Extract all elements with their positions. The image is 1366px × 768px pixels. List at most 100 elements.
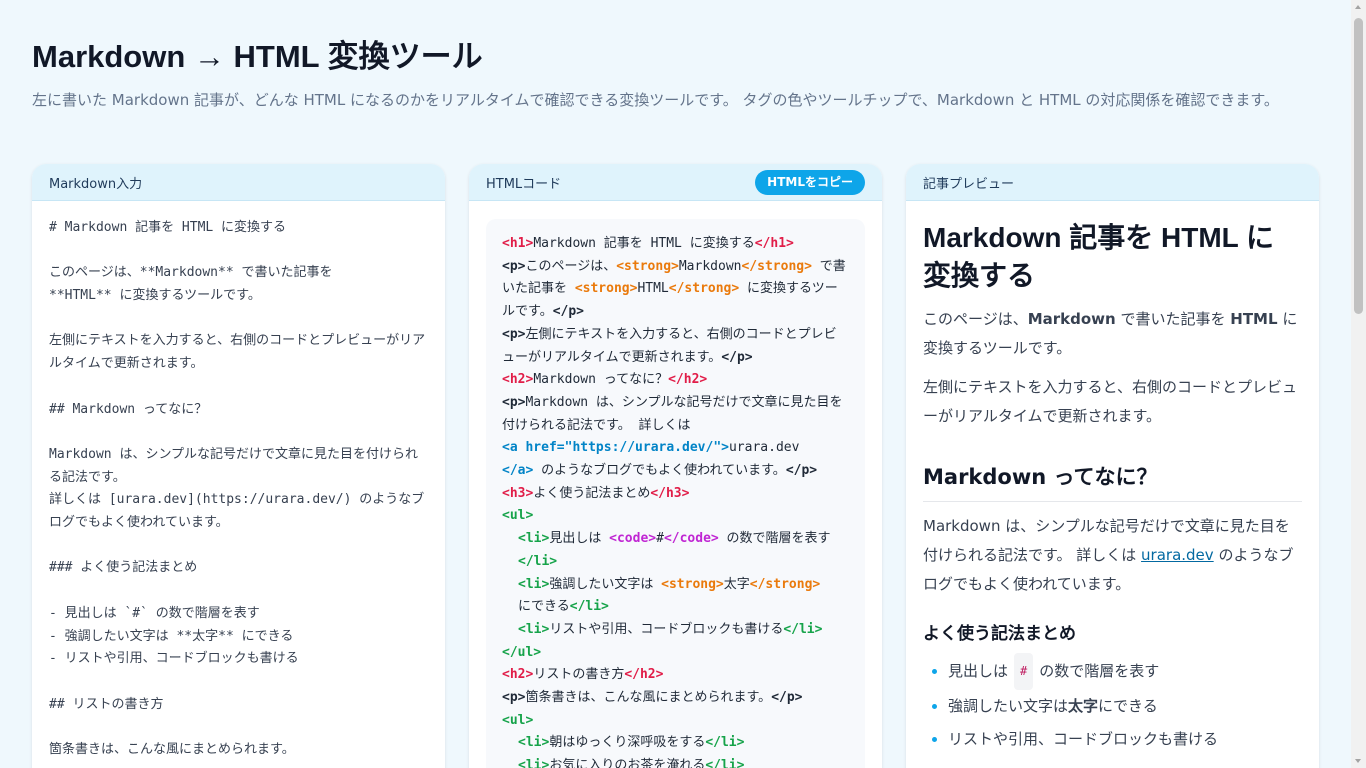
preview-strong: Markdown xyxy=(1027,310,1116,328)
tag-code-open[interactable]: <code> xyxy=(609,531,656,546)
markdown-line xyxy=(49,535,428,558)
markdown-line: Markdown は、シンプルな記号だけで文章に見た目を付けられる記法です。 xyxy=(49,446,419,485)
markdown-line: - 見出しは `#` の数で階層を表す xyxy=(49,605,260,621)
tag-li-open[interactable]: <li> xyxy=(518,758,549,768)
tag-li-open[interactable]: <li> xyxy=(518,531,549,546)
preview-link-urara[interactable]: urara.dev xyxy=(1141,546,1214,564)
tag-li-close[interactable]: </li> xyxy=(518,554,557,569)
tag-p-close[interactable]: </p> xyxy=(553,304,584,319)
markdown-line xyxy=(49,671,428,694)
tag-h2-close[interactable]: </h2> xyxy=(668,372,707,387)
code-text: Markdown は、シンプルな記号だけで文章に見た目を付けられる記法です。 詳… xyxy=(502,394,843,433)
tag-code-close[interactable]: </code> xyxy=(664,531,719,546)
page-header: Markdown → HTML 変換ツール 左に書いた Markdown 記事が… xyxy=(32,38,1322,112)
markdown-line xyxy=(49,376,428,399)
code-text: 箇条書きは、こんな風にまとめられます。 xyxy=(525,690,772,706)
tag-strong-open[interactable]: <strong> xyxy=(575,281,638,296)
list-item: 強調したい文字は 太字 にできる xyxy=(923,690,1302,723)
markdown-line: 箇条書きは、こんな風にまとめられます。 xyxy=(49,742,295,758)
code-text: のようなブログでもよく使われています。 xyxy=(533,463,786,479)
tag-ul-open[interactable]: <ul> xyxy=(502,713,533,728)
code-text: Markdown xyxy=(678,258,742,274)
markdown-line xyxy=(49,580,428,603)
markdown-line: 詳しくは [urara.dev](https://urara.dev/) のよう… xyxy=(49,492,425,531)
preview-h1: Markdown 記事を HTML に変換する xyxy=(923,222,1275,291)
tag-p-close[interactable]: </p> xyxy=(721,350,752,365)
tag-li-open[interactable]: <li> xyxy=(518,735,549,750)
copy-html-button[interactable]: HTMLをコピー xyxy=(755,169,865,195)
code-line-h2b: <h2>リストの書き方</h2> xyxy=(502,664,849,687)
code-text: HTML xyxy=(637,281,669,297)
markdown-line: - リストや引用、コードブロックも書ける xyxy=(49,651,299,667)
tag-p-close[interactable]: </p> xyxy=(771,690,802,705)
html-code-panel: HTMLコード HTMLをコピー <h1>Markdown 記事を HTML に… xyxy=(469,164,882,768)
code-line-ul-open: <ul> xyxy=(502,505,849,528)
tag-p-close[interactable]: </p> xyxy=(786,463,817,478)
tag-p-open[interactable]: <p> xyxy=(502,327,525,342)
tag-h2-close[interactable]: </h2> xyxy=(624,667,663,682)
tag-p-open[interactable]: <p> xyxy=(502,259,525,274)
tag-a-close[interactable]: </a> xyxy=(502,463,533,478)
markdown-textarea[interactable]: # Markdown 記事を HTML に変換する このページは、**Markdo… xyxy=(32,201,445,768)
code-text: urara.dev xyxy=(728,440,800,456)
code-text: 左側にテキストを入力すると、右側のコードとプレビューがリアルタイムで更新されます… xyxy=(502,326,837,365)
preview-paragraph-3: Markdown は、シンプルな記号だけで文章に見た目を付けられる記法です。 詳… xyxy=(923,512,1302,599)
list-item: リストや引用、コードブロックも書ける xyxy=(923,723,1302,756)
code-text: 見出しは xyxy=(549,531,610,547)
code-text: よく使う記法まとめ xyxy=(533,485,651,501)
tag-strong-close[interactable]: </strong> xyxy=(669,281,739,296)
tag-ul-open[interactable]: <ul> xyxy=(502,508,533,523)
code-text: このページは、 xyxy=(525,258,617,274)
preview-text: 強調したい文字は xyxy=(948,697,1069,715)
tag-h3-open[interactable]: <h3> xyxy=(502,486,533,501)
code-text: # xyxy=(656,531,664,547)
code-text: 朝はゆっくり深呼吸をする xyxy=(549,735,706,751)
code-text: リストや引用、コードブロックも書ける xyxy=(549,621,784,637)
code-line-p1: <p>このページは、<strong>Markdown</strong> で書いた… xyxy=(502,256,849,324)
tag-p-open[interactable]: <p> xyxy=(502,690,525,705)
tag-li-close[interactable]: </li> xyxy=(783,622,822,637)
tag-strong-open[interactable]: <strong> xyxy=(661,577,724,592)
markdown-line: ## Markdown ってなに？ xyxy=(49,401,208,417)
preview-strong: HTML xyxy=(1230,310,1278,328)
tag-strong-close[interactable]: </strong> xyxy=(741,259,811,274)
tag-p-open[interactable]: <p> xyxy=(502,395,525,410)
page-scrollbar[interactable] xyxy=(1351,0,1366,768)
page-description: 左に書いた Markdown 記事が、どんな HTML になるのかをリアルタイム… xyxy=(32,91,1279,109)
tag-li-close[interactable]: </li> xyxy=(705,735,744,750)
tag-li-close[interactable]: </li> xyxy=(705,758,744,768)
preview-text: 見出しは xyxy=(948,662,1009,680)
tag-strong-open[interactable]: <strong> xyxy=(616,259,679,274)
code-text: リストの書き方 xyxy=(533,667,625,683)
tag-li-open[interactable]: <li> xyxy=(518,577,549,592)
preview-paragraph-1: このページは、Markdown で書いた記事を HTML に変換するツールです。 xyxy=(923,305,1302,363)
html-panel-label: HTMLコード xyxy=(486,176,562,192)
tag-h1-open[interactable]: <h1> xyxy=(502,236,533,251)
tag-li-open[interactable]: <li> xyxy=(518,622,549,637)
tag-h2-open[interactable]: <h2> xyxy=(502,667,533,682)
markdown-line: 左側にテキストを入力すると、右側のコードとプレビューがリアルタイムで更新されます… xyxy=(49,333,426,372)
code-line-li1: <li>見出しは <code>#</code> の数で階層を表す </li> xyxy=(502,528,849,573)
preview-text: で書いた記事を xyxy=(1115,310,1231,328)
tag-a-open[interactable]: <a href="https://urara.dev/"> xyxy=(502,440,729,455)
markdown-line xyxy=(49,240,428,263)
code-line-h3: <h3>よく使う記法まとめ</h3> xyxy=(502,483,849,506)
bullet-icon xyxy=(932,669,937,674)
tag-h3-close[interactable]: </h3> xyxy=(650,486,689,501)
code-line-li2: <li>強調したい文字は <strong>太字</strong> にできる</l… xyxy=(502,574,849,619)
preview-panel-label: 記事プレビュー xyxy=(923,176,1015,192)
preview-text: の数で階層を表す xyxy=(1039,662,1160,680)
tag-h1-close[interactable]: </h1> xyxy=(755,236,794,251)
bullet-icon xyxy=(932,704,937,709)
tag-ul-close[interactable]: </ul> xyxy=(502,645,541,660)
tag-h2-open[interactable]: <h2> xyxy=(502,372,533,387)
markdown-line xyxy=(49,308,428,331)
markdown-input-panel: Markdown入力 # Markdown 記事を HTML に変換する このペー… xyxy=(32,164,445,768)
tag-strong-close[interactable]: </strong> xyxy=(750,577,820,592)
scroll-thumb[interactable] xyxy=(1354,18,1363,314)
scroll-up-icon[interactable] xyxy=(1355,5,1361,9)
scroll-down-icon[interactable] xyxy=(1355,759,1361,763)
tag-li-close[interactable]: </li> xyxy=(570,599,609,614)
code-line-ul-close: </ul> xyxy=(502,642,849,665)
preview-text: にできる xyxy=(1098,697,1158,715)
